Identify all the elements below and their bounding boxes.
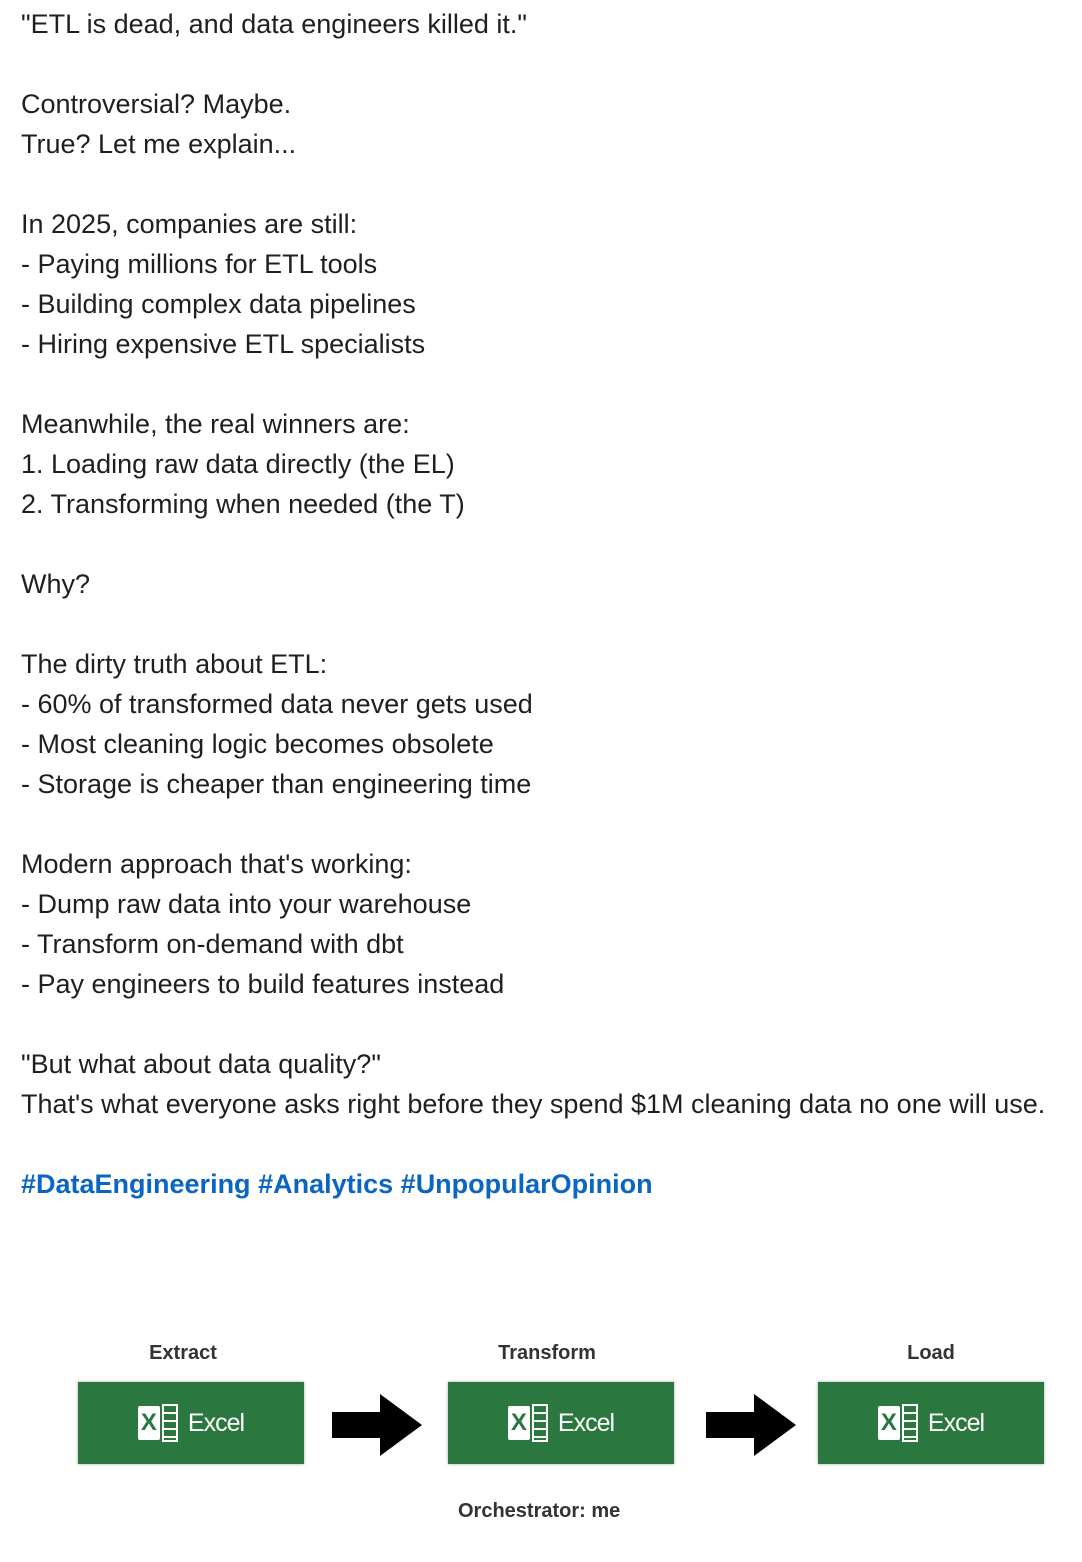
post-line: - Transform on-demand with dbt [21,929,404,959]
excel-icon: X [877,1404,918,1442]
hashtag-link[interactable]: #DataEngineering [21,1169,251,1199]
post-line: The dirty truth about ETL: [21,649,328,679]
excel-tile: X Excel [818,1382,1044,1464]
post-line: Controversial? Maybe. [21,89,292,119]
post-line: - Pay engineers to build features instea… [21,969,505,999]
post-line: In 2025, companies are still: [21,209,358,239]
post-line: - Most cleaning logic becomes obsolete [21,729,494,759]
post-line: Meanwhile, the real winners are: [21,409,410,439]
post-line: - Dump raw data into your warehouse [21,889,472,919]
stage-label-extract: Extract [149,1342,217,1364]
figure-caption: Orchestrator: me [458,1500,621,1522]
excel-tile: X Excel [448,1382,674,1464]
post-image[interactable]: Extract Transform Load X Excel X Excel X… [70,1330,1060,1540]
post-line: Modern approach that's working: [21,849,412,879]
excel-icon: X [137,1404,178,1442]
post-line: - Building complex data pipelines [21,289,416,319]
post-body: "ETL is dead, and data engineers killed … [21,4,1066,1204]
right-arrow-icon [706,1394,796,1456]
post-line: - Hiring expensive ETL specialists [21,329,426,359]
post-line: Why? [21,569,91,599]
hashtag-link[interactable]: #Analytics [258,1169,393,1199]
excel-label: Excel [927,1408,985,1437]
post-line: - Paying millions for ETL tools [21,249,378,279]
excel-label: Excel [557,1408,615,1437]
post-line: "ETL is dead, and data engineers killed … [21,9,527,39]
post-line: 1. Loading raw data directly (the EL) [21,449,455,479]
right-arrow-icon [332,1394,422,1456]
post-line: True? Let me explain... [21,129,297,159]
excel-icon: X [507,1404,548,1442]
post-line: - Storage is cheaper than engineering ti… [21,769,532,799]
stage-label-load: Load [907,1342,955,1364]
post-line: That's what everyone asks right before t… [21,1089,1046,1119]
excel-label: Excel [187,1408,245,1437]
post-line: - 60% of transformed data never gets use… [21,689,533,719]
post-line: 2. Transforming when needed (the T) [21,489,465,519]
hashtag-row: #DataEngineering #Analytics #UnpopularOp… [21,1164,1066,1204]
post-line: "But what about data quality?" [21,1049,381,1079]
hashtag-link[interactable]: #UnpopularOpinion [401,1169,653,1199]
excel-tile: X Excel [78,1382,304,1464]
post-text: "ETL is dead, and data engineers killed … [21,4,1066,1164]
stage-label-transform: Transform [498,1342,596,1364]
